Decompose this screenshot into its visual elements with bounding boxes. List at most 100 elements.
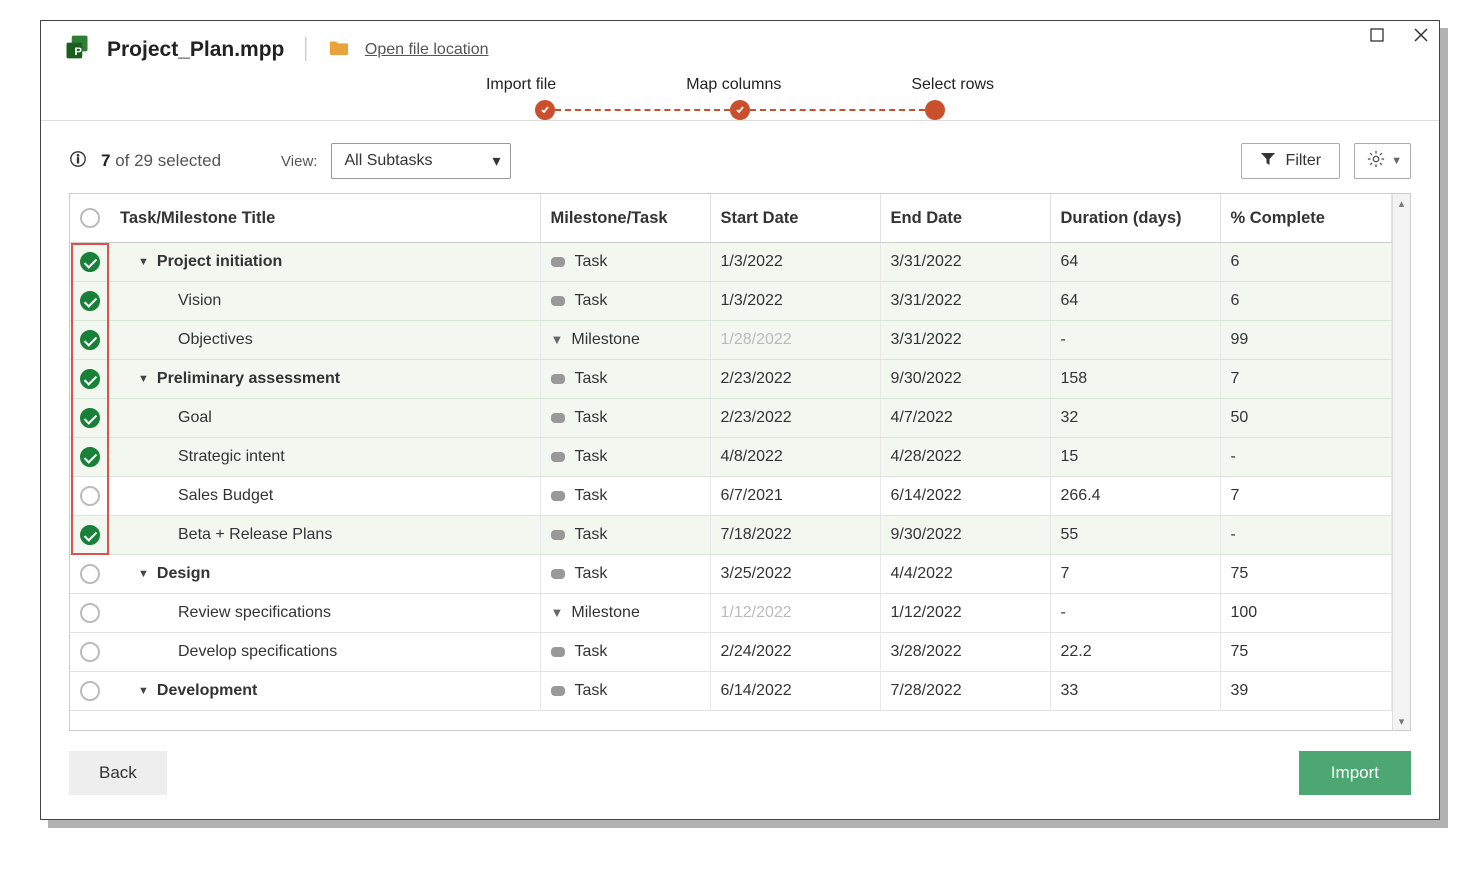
start-date-cell: 1/12/2022 bbox=[710, 594, 880, 633]
duration-cell: 158 bbox=[1050, 360, 1220, 399]
scroll-down-icon[interactable]: ▾ bbox=[1393, 712, 1410, 730]
start-date-cell: 4/8/2022 bbox=[710, 438, 880, 477]
table-row[interactable]: Review specifications▼Milestone1/12/2022… bbox=[70, 594, 1392, 633]
start-date-cell: 7/18/2022 bbox=[710, 516, 880, 555]
task-icon bbox=[551, 374, 565, 384]
end-date-cell: 3/31/2022 bbox=[880, 282, 1050, 321]
end-date-cell: 7/28/2022 bbox=[880, 672, 1050, 711]
step-connector bbox=[555, 109, 730, 111]
start-date-cell: 1/3/2022 bbox=[710, 282, 880, 321]
type-label: Task bbox=[575, 487, 608, 504]
column-header-duration[interactable]: Duration (days) bbox=[1050, 194, 1220, 243]
filter-button[interactable]: Filter bbox=[1241, 143, 1341, 179]
milestone-icon: ▼ bbox=[551, 605, 564, 620]
start-date-cell: 6/14/2022 bbox=[710, 672, 880, 711]
import-dialog: P Project_Plan.mpp │ Open file location … bbox=[40, 20, 1440, 820]
start-date-cell: 6/7/2021 bbox=[710, 477, 880, 516]
import-button-label: Import bbox=[1331, 763, 1379, 783]
column-header-type[interactable]: Milestone/Task bbox=[540, 194, 710, 243]
column-header-end[interactable]: End Date bbox=[880, 194, 1050, 243]
task-title: Strategic intent bbox=[178, 448, 285, 466]
scroll-up-icon[interactable]: ▴ bbox=[1393, 194, 1410, 212]
type-label: Task bbox=[575, 643, 608, 660]
task-icon bbox=[551, 491, 565, 501]
step-label-1: Map columns bbox=[686, 76, 781, 94]
expand-toggle-icon[interactable]: ▼ bbox=[138, 256, 149, 268]
start-date-cell: 2/23/2022 bbox=[710, 360, 880, 399]
task-title: Develop specifications bbox=[178, 643, 337, 661]
row-checkbox[interactable] bbox=[80, 447, 100, 467]
open-file-location-link[interactable]: Open file location bbox=[365, 41, 489, 59]
step-dot-0[interactable] bbox=[535, 100, 555, 120]
window-maximize-button[interactable] bbox=[1369, 27, 1385, 48]
back-button[interactable]: Back bbox=[69, 751, 167, 795]
table-row[interactable]: GoalTask2/23/20224/7/20223250 bbox=[70, 399, 1392, 438]
info-icon bbox=[69, 150, 87, 173]
end-date-cell: 3/31/2022 bbox=[880, 243, 1050, 282]
start-date-cell: 2/23/2022 bbox=[710, 399, 880, 438]
task-icon bbox=[551, 452, 565, 462]
task-title: Development bbox=[157, 682, 257, 700]
table-row[interactable]: ▼Preliminary assessmentTask2/23/20229/30… bbox=[70, 360, 1392, 399]
type-label: Task bbox=[575, 253, 608, 270]
column-header-complete[interactable]: % Complete bbox=[1220, 194, 1392, 243]
row-checkbox[interactable] bbox=[80, 642, 100, 662]
table-row[interactable]: VisionTask1/3/20223/31/2022646 bbox=[70, 282, 1392, 321]
column-header-title[interactable]: Task/Milestone Title bbox=[110, 194, 540, 243]
vertical-scrollbar[interactable]: ▴ ▾ bbox=[1392, 194, 1410, 730]
start-date-cell: 1/28/2022 bbox=[710, 321, 880, 360]
row-checkbox[interactable] bbox=[80, 486, 100, 506]
import-stepper: Import fileMap columnsSelect rows bbox=[41, 76, 1439, 120]
table-row[interactable]: ▼DevelopmentTask6/14/20227/28/20223339 bbox=[70, 672, 1392, 711]
step-dot-2[interactable] bbox=[925, 100, 945, 120]
expand-toggle-icon[interactable]: ▼ bbox=[138, 373, 149, 385]
expand-toggle-icon[interactable]: ▼ bbox=[138, 685, 149, 697]
complete-cell: 39 bbox=[1220, 672, 1392, 711]
task-title: Review specifications bbox=[178, 604, 331, 622]
window-close-button[interactable] bbox=[1413, 27, 1429, 48]
step-dot-1[interactable] bbox=[730, 100, 750, 120]
task-icon bbox=[551, 686, 565, 696]
row-checkbox[interactable] bbox=[80, 291, 100, 311]
step-connector bbox=[750, 109, 925, 111]
view-label: View: bbox=[281, 153, 317, 170]
row-checkbox[interactable] bbox=[80, 681, 100, 701]
import-button[interactable]: Import bbox=[1299, 751, 1411, 795]
type-label: Task bbox=[575, 565, 608, 582]
end-date-cell: 9/30/2022 bbox=[880, 516, 1050, 555]
duration-cell: 33 bbox=[1050, 672, 1220, 711]
task-title: Objectives bbox=[178, 331, 253, 349]
row-checkbox[interactable] bbox=[80, 603, 100, 623]
row-checkbox[interactable] bbox=[80, 408, 100, 428]
row-checkbox[interactable] bbox=[80, 525, 100, 545]
column-header-select[interactable] bbox=[70, 194, 110, 243]
row-checkbox[interactable] bbox=[80, 330, 100, 350]
table-row[interactable]: ▼Project initiationTask1/3/20223/31/2022… bbox=[70, 243, 1392, 282]
end-date-cell: 4/4/2022 bbox=[880, 555, 1050, 594]
step-label-0: Import file bbox=[486, 76, 556, 94]
end-date-cell: 4/7/2022 bbox=[880, 399, 1050, 438]
settings-button[interactable]: ▼ bbox=[1354, 143, 1411, 179]
table-row[interactable]: Develop specificationsTask2/24/20223/28/… bbox=[70, 633, 1392, 672]
complete-cell: 100 bbox=[1220, 594, 1392, 633]
select-all-checkbox[interactable] bbox=[80, 208, 100, 228]
row-checkbox[interactable] bbox=[80, 369, 100, 389]
duration-cell: 22.2 bbox=[1050, 633, 1220, 672]
task-icon bbox=[551, 257, 565, 267]
column-header-start[interactable]: Start Date bbox=[710, 194, 880, 243]
row-checkbox[interactable] bbox=[80, 564, 100, 584]
expand-toggle-icon[interactable]: ▼ bbox=[138, 568, 149, 580]
start-date-cell: 1/3/2022 bbox=[710, 243, 880, 282]
table-row[interactable]: ▼DesignTask3/25/20224/4/2022775 bbox=[70, 555, 1392, 594]
table-row[interactable]: Strategic intentTask4/8/20224/28/202215- bbox=[70, 438, 1392, 477]
table-row[interactable]: Objectives▼Milestone1/28/20223/31/2022-9… bbox=[70, 321, 1392, 360]
svg-text:P: P bbox=[74, 46, 82, 58]
type-label: Task bbox=[575, 409, 608, 426]
table-row[interactable]: Beta + Release PlansTask7/18/20229/30/20… bbox=[70, 516, 1392, 555]
row-checkbox[interactable] bbox=[80, 252, 100, 272]
table-row[interactable]: Sales BudgetTask6/7/20216/14/2022266.47 bbox=[70, 477, 1392, 516]
duration-cell: 32 bbox=[1050, 399, 1220, 438]
view-select[interactable]: All Subtasks ▾ bbox=[331, 143, 511, 179]
complete-cell: 50 bbox=[1220, 399, 1392, 438]
end-date-cell: 4/28/2022 bbox=[880, 438, 1050, 477]
